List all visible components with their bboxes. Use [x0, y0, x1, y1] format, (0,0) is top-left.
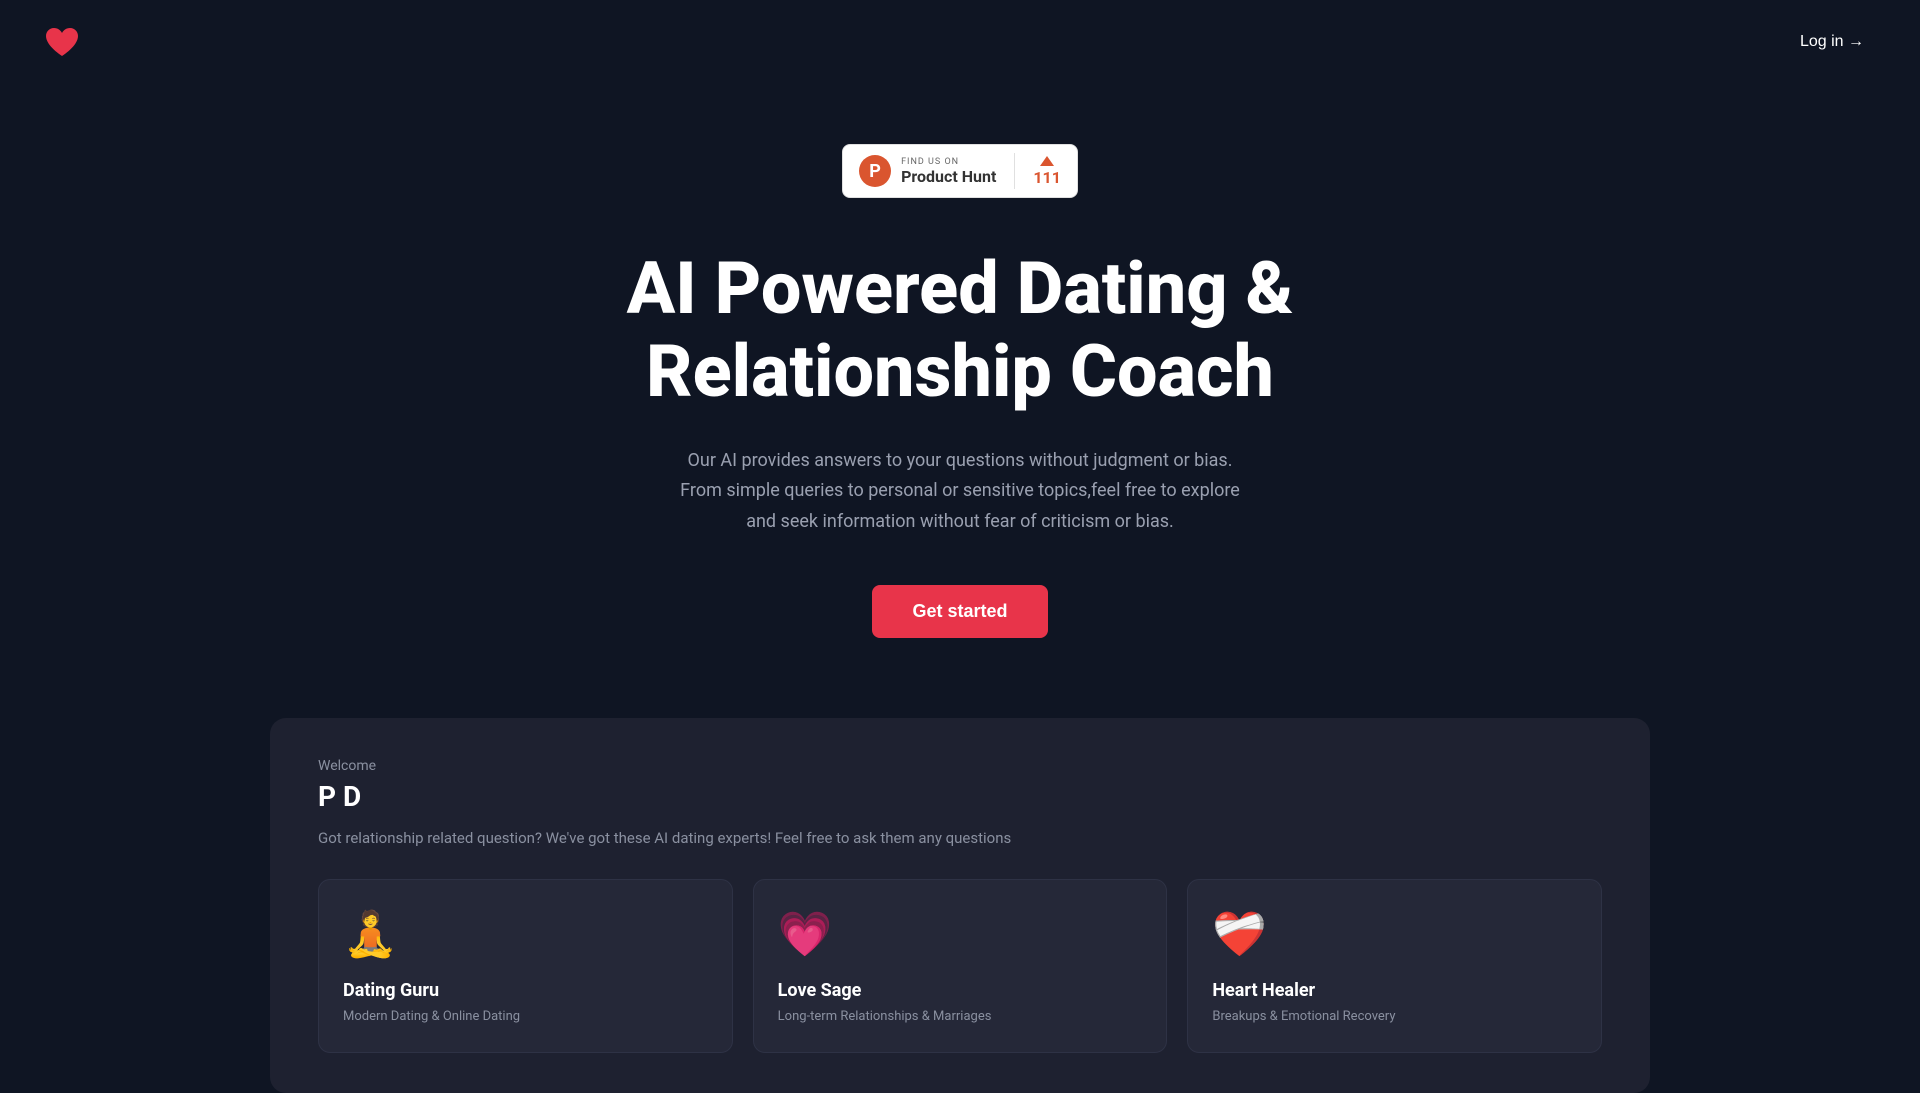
welcome-description: Got relationship related question? We've…	[318, 829, 1602, 847]
heart-healer-title: Heart Healer	[1212, 980, 1577, 1001]
card-heart-healer[interactable]: ❤️‍🩹 Heart Healer Breakups & Emotional R…	[1187, 879, 1602, 1053]
cards-row: 🧘 Dating Guru Modern Dating & Online Dat…	[318, 879, 1602, 1053]
dating-guru-title: Dating Guru	[343, 980, 708, 1001]
get-started-button[interactable]: Get started	[872, 585, 1047, 638]
vote-count: 111	[1033, 168, 1061, 187]
love-sage-subtitle: Long-term Relationships & Marriages	[778, 1009, 1143, 1024]
product-hunt-divider	[1014, 153, 1015, 189]
product-hunt-find-us: FIND US ON	[901, 157, 959, 167]
product-hunt-badge[interactable]: P FIND US ON Product Hunt 111	[842, 144, 1078, 198]
logo[interactable]	[40, 20, 84, 64]
card-love-sage[interactable]: 💗 Love Sage Long-term Relationships & Ma…	[753, 879, 1168, 1053]
product-hunt-name: Product Hunt	[901, 167, 996, 186]
love-sage-icon: 💗	[778, 908, 1143, 960]
product-hunt-vote: 111	[1033, 156, 1061, 187]
heart-healer-subtitle: Breakups & Emotional Recovery	[1212, 1009, 1577, 1024]
hero-subtitle: Our AI provides answers to your question…	[670, 446, 1250, 538]
love-sage-title: Love Sage	[778, 980, 1143, 1001]
hero-title: AI Powered Dating & Relationship Coach	[510, 248, 1410, 414]
product-hunt-text: FIND US ON Product Hunt	[901, 157, 996, 186]
welcome-name: P D	[318, 780, 1602, 813]
upvote-triangle-icon	[1040, 156, 1054, 166]
card-dating-guru[interactable]: 🧘 Dating Guru Modern Dating & Online Dat…	[318, 879, 733, 1053]
heart-healer-icon: ❤️‍🩹	[1212, 908, 1577, 960]
hero-section: P FIND US ON Product Hunt 111 AI Powered…	[0, 84, 1920, 718]
header: Log in →	[0, 0, 1920, 84]
dating-guru-subtitle: Modern Dating & Online Dating	[343, 1009, 708, 1024]
welcome-label: Welcome	[318, 758, 1602, 774]
dating-guru-icon: 🧘	[343, 908, 708, 960]
product-hunt-logo: P	[859, 155, 891, 187]
login-button[interactable]: Log in →	[1784, 25, 1880, 59]
welcome-section: Welcome P D Got relationship related que…	[270, 718, 1650, 1093]
